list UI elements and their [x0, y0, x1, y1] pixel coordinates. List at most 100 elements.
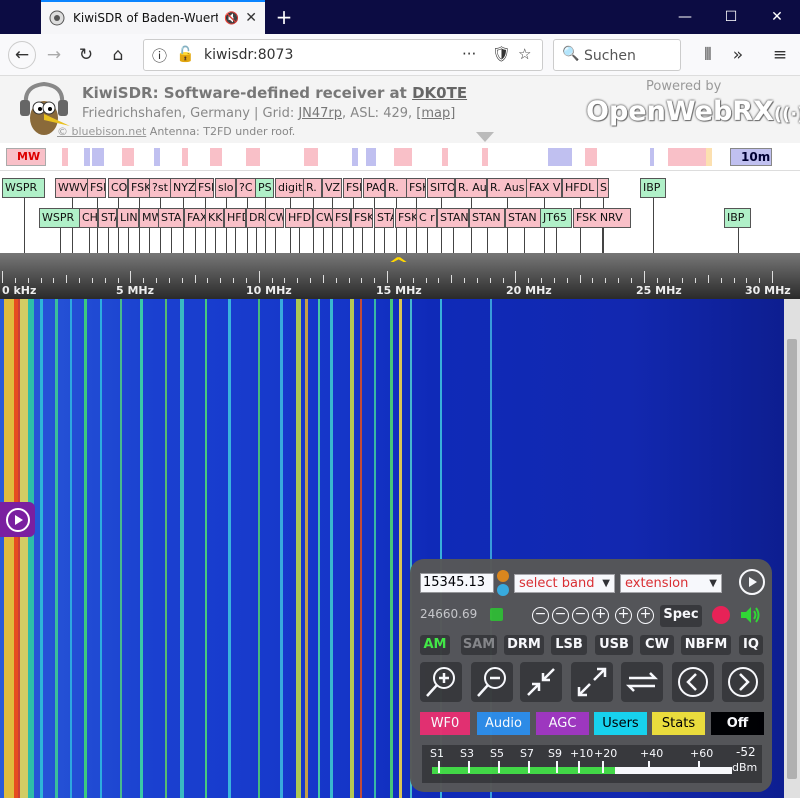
band-cell[interactable]: [482, 148, 488, 166]
station-label[interactable]: PS: [255, 178, 274, 198]
spec-button[interactable]: Spec: [660, 605, 702, 627]
station-label[interactable]: PAC: [363, 178, 385, 198]
band-cell[interactable]: [548, 148, 572, 166]
station-label[interactable]: WWV: [55, 178, 88, 198]
record-icon[interactable]: [712, 606, 730, 624]
station-label[interactable]: ?C: [236, 178, 257, 198]
stats-button[interactable]: Stats: [652, 712, 705, 735]
station-label[interactable]: SITOR: [427, 178, 455, 198]
station-label[interactable]: FSK: [128, 178, 150, 198]
zoom-max-button[interactable]: [571, 662, 613, 702]
close-tab-icon[interactable]: ✕: [245, 10, 257, 26]
station-label[interactable]: JT65: [540, 208, 572, 228]
station-label[interactable]: R. Au: [455, 178, 487, 198]
station-label[interactable]: WSPR: [2, 178, 45, 198]
band-cell[interactable]: [394, 148, 412, 166]
station-label[interactable]: CW: [265, 208, 284, 228]
step-up-icon[interactable]: [497, 570, 509, 582]
station-label[interactable]: FAX V: [526, 178, 562, 198]
band-cell[interactable]: [154, 148, 160, 166]
users-button[interactable]: Users: [594, 712, 647, 735]
minimize-icon[interactable]: —: [662, 0, 708, 34]
station-label[interactable]: DR: [246, 208, 266, 228]
openwebrx-logo[interactable]: OpenWebRX((·)): [586, 96, 800, 127]
station-label[interactable]: FSk: [195, 178, 214, 198]
url-bar[interactable]: ⓘ 🔓 kiwisdr:8073 ··· 🛡 ☆: [143, 39, 543, 71]
station-label[interactable]: MW: [139, 208, 159, 228]
station-label[interactable]: STAN: [505, 208, 543, 228]
station-label[interactable]: FSK: [406, 178, 426, 198]
station-label[interactable]: FAX: [184, 208, 206, 228]
band-10m[interactable]: 10m: [730, 148, 772, 166]
swap-button[interactable]: [621, 662, 663, 702]
map-link[interactable]: [map]: [416, 106, 455, 121]
band-cell[interactable]: [62, 148, 68, 166]
station-label[interactable]: R.: [303, 178, 322, 198]
zoom-minus-icon[interactable]: −: [552, 607, 569, 624]
home-icon[interactable]: ⌂: [104, 42, 132, 68]
mode-lsb-button[interactable]: LSB: [551, 635, 587, 655]
speaker-icon[interactable]: [738, 603, 762, 627]
zoom-plus-icon[interactable]: +: [615, 607, 632, 624]
mode-cw-button[interactable]: CW: [640, 635, 674, 655]
station-label[interactable]: FSK: [87, 178, 106, 198]
overflow-chevron-icon[interactable]: »: [724, 42, 752, 68]
station-label[interactable]: IBP: [640, 178, 666, 198]
band-cell[interactable]: [210, 148, 222, 166]
back-icon[interactable]: ←: [8, 41, 36, 69]
next-button[interactable]: [722, 662, 764, 702]
audio-play-button[interactable]: [739, 569, 765, 595]
station-label[interactable]: NYZ: [170, 178, 196, 198]
collapse-arrow-icon[interactable]: [476, 132, 494, 142]
side-play-button[interactable]: [0, 502, 35, 537]
station-label[interactable]: KK: [205, 208, 224, 228]
previous-button[interactable]: [672, 662, 714, 702]
band-cell[interactable]: [352, 148, 358, 166]
band-cell[interactable]: [668, 148, 708, 166]
station-label[interactable]: R. Aus: [487, 178, 527, 198]
mute-icon[interactable]: 🔇: [224, 11, 239, 25]
zoom-center-button[interactable]: [520, 662, 562, 702]
band-cell[interactable]: [246, 148, 260, 166]
band-cell[interactable]: [706, 148, 712, 166]
band-cell[interactable]: [304, 148, 318, 166]
zoom-in-button[interactable]: [420, 662, 462, 702]
wf0-button[interactable]: WF0: [420, 712, 470, 735]
zoom-minus-icon[interactable]: −: [572, 607, 589, 624]
band-cell[interactable]: [585, 148, 597, 166]
reload-icon[interactable]: ↻: [72, 42, 100, 68]
band-cell[interactable]: [366, 148, 376, 166]
band-cell[interactable]: [442, 148, 448, 166]
library-icon[interactable]: ⫴: [694, 42, 722, 68]
insecure-lock-icon[interactable]: 🔓: [176, 45, 195, 63]
more-icon[interactable]: ···: [462, 45, 476, 63]
station-label[interactable]: HFD: [224, 208, 246, 228]
close-window-icon[interactable]: ✕: [754, 0, 800, 34]
band-mw[interactable]: MW: [6, 148, 46, 166]
band-cell[interactable]: [122, 148, 134, 166]
new-tab-button[interactable]: +: [270, 3, 298, 31]
station-label[interactable]: C r: [416, 208, 437, 228]
audio-button[interactable]: Audio: [477, 712, 530, 735]
zoom-plus-icon[interactable]: +: [637, 607, 654, 624]
mode-usb-button[interactable]: USB: [595, 635, 633, 655]
band-bar[interactable]: MW 10m: [0, 143, 800, 171]
off-button[interactable]: Off: [711, 712, 764, 735]
station-label[interactable]: IBP: [724, 208, 751, 228]
extension-dropdown[interactable]: extension ▼: [620, 574, 722, 593]
copyright-link[interactable]: © bluebison.net: [57, 125, 146, 138]
station-label[interactable]: FSK: [343, 178, 362, 198]
info-icon[interactable]: ⓘ: [152, 45, 167, 66]
select-band-dropdown[interactable]: select band ▼: [514, 574, 615, 593]
tuning-marker-icon[interactable]: ^: [388, 254, 409, 275]
station-label[interactable]: HFDL: [562, 178, 598, 198]
station-label[interactable]: slo: [215, 178, 236, 198]
station-label[interactable]: WSPR: [39, 208, 80, 228]
agc-button[interactable]: AGC: [536, 712, 589, 735]
mode-am-button[interactable]: AM: [420, 635, 450, 655]
station-label[interactable]: FSK: [332, 208, 351, 228]
callsign-link[interactable]: DK0TE: [412, 84, 467, 102]
station-label[interactable]: CO: [108, 178, 128, 198]
mode-nbfm-button[interactable]: NBFM: [681, 635, 731, 655]
station-label[interactable]: S: [597, 178, 609, 198]
